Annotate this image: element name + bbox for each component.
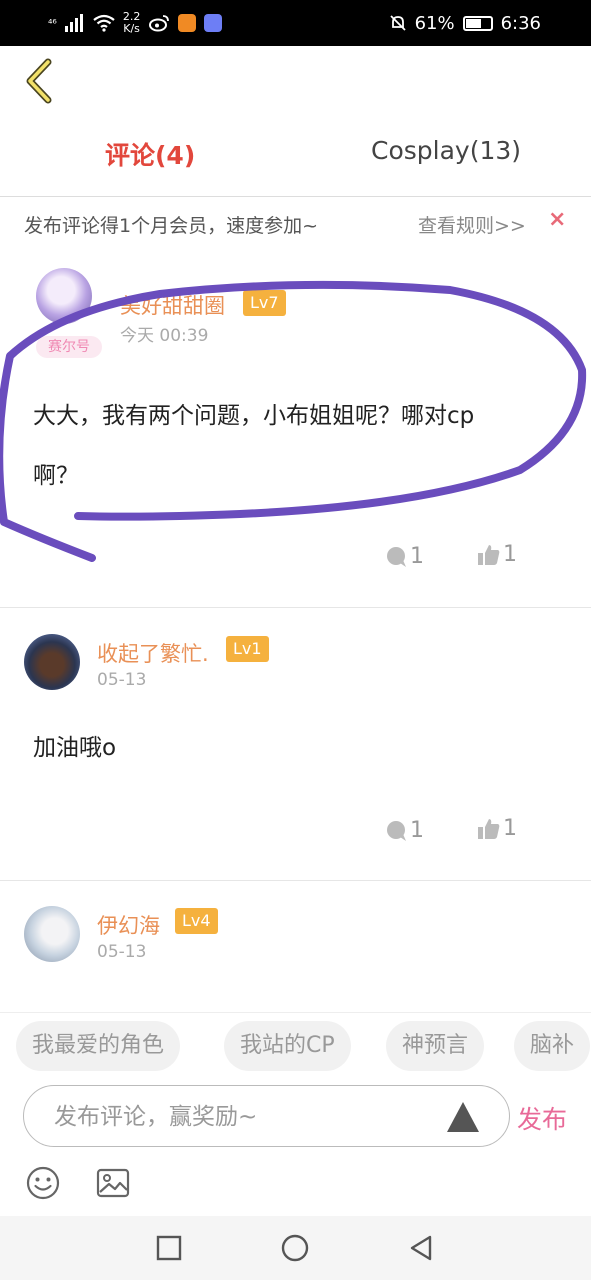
mute-icon	[389, 15, 406, 31]
navigation-bar	[0, 1216, 591, 1280]
triangle-icon[interactable]	[445, 1100, 481, 1134]
divider	[0, 607, 591, 608]
like-count-value: 1	[503, 816, 517, 841]
publish-button[interactable]: 发布	[517, 1100, 567, 1136]
thumbs-up-icon	[478, 818, 500, 839]
tab-bar: 评论(4) Cosplay(13)	[0, 120, 591, 190]
status-right: 61% 6:36	[389, 8, 541, 38]
level-badge: Lv1	[226, 636, 269, 662]
video-app-icon	[178, 14, 197, 32]
username[interactable]: 伊幻海	[97, 910, 160, 940]
emoji-icon[interactable]	[26, 1166, 60, 1200]
battery-percent: 61%	[414, 12, 455, 34]
signal-icon: ⁴⁶	[48, 16, 57, 30]
highlight-stroke	[0, 280, 587, 562]
chip-favorite-character[interactable]: 我最爱的角色	[16, 1021, 181, 1071]
divider	[0, 880, 591, 881]
reply-count-value: 1	[410, 818, 424, 843]
network-speed: 2.2 K/s	[123, 11, 141, 35]
battery-icon	[462, 15, 493, 31]
comment-input-box[interactable]	[23, 1085, 510, 1147]
recent-apps-icon[interactable]	[154, 1233, 184, 1263]
username[interactable]: 收起了繁忙.	[97, 638, 209, 668]
chip-prophecy[interactable]: 神预言	[386, 1021, 485, 1071]
back-arrow-icon[interactable]	[20, 58, 60, 104]
view-rules-link[interactable]: 查看规则>>	[418, 211, 526, 238]
tab-cosplay[interactable]: Cosplay(13)	[371, 136, 521, 165]
back-icon[interactable]	[406, 1233, 436, 1263]
network-speed-unit: K/s	[123, 22, 140, 35]
avatar[interactable]	[24, 634, 80, 690]
comment-time: 05-13	[97, 942, 147, 962]
comment-text: 加油哦o	[33, 718, 563, 778]
cell-bars-icon	[64, 14, 83, 32]
close-icon[interactable]: ×	[548, 207, 566, 232]
weibo-icon	[149, 15, 170, 32]
comment-text-line: 加油哦o	[33, 735, 117, 761]
chip-imagination[interactable]: 脑补	[514, 1021, 591, 1071]
comment-time: 05-13	[97, 670, 147, 690]
reply-count[interactable]: 1	[386, 818, 424, 843]
chip-my-cp[interactable]: 我站的CP	[224, 1021, 351, 1071]
promo-banner: 发布评论得1个月会员，速度参加~ 查看规则>> ×	[0, 197, 591, 249]
comment-input[interactable]	[54, 1100, 434, 1134]
home-icon[interactable]	[280, 1233, 310, 1263]
like-count[interactable]: 1	[477, 816, 517, 841]
status-left: ⁴⁶ 2.2 K/s	[48, 8, 223, 38]
wifi-icon	[93, 14, 115, 32]
music-app-icon	[204, 14, 223, 32]
comment-bubble-icon	[387, 820, 406, 841]
clock: 6:36	[500, 12, 541, 34]
image-icon[interactable]	[96, 1166, 130, 1200]
status-bar: ⁴⁶ 2.2 K/s 61% 6:36	[0, 0, 591, 46]
level-badge: Lv4	[175, 908, 218, 934]
promo-text: 发布评论得1个月会员，速度参加~	[24, 215, 319, 237]
suggestion-chips: 我最爱的角色 我站的CP 神预言 脑补	[0, 1012, 591, 1084]
avatar[interactable]	[24, 906, 80, 962]
tab-comments[interactable]: 评论(4)	[105, 136, 195, 172]
